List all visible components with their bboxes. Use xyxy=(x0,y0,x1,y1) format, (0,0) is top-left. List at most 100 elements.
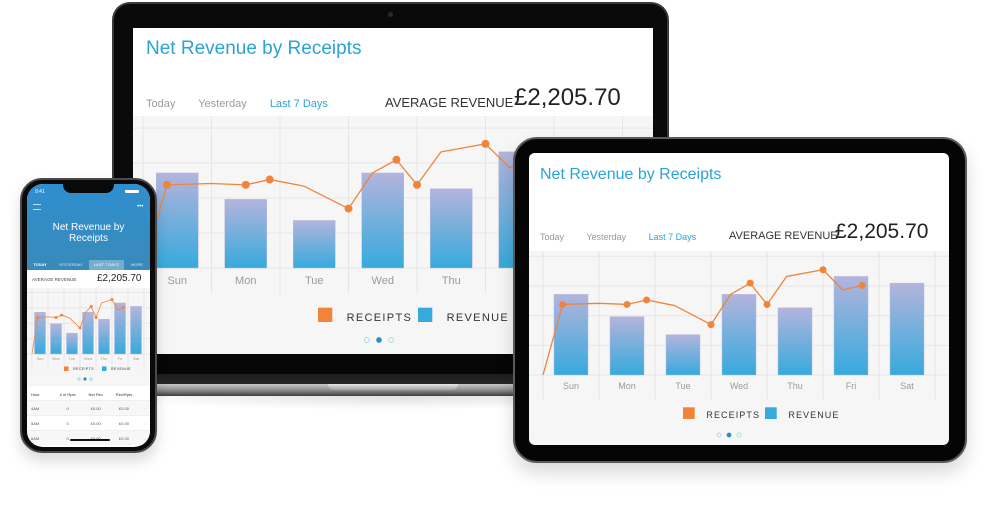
laptop-camera xyxy=(388,12,393,17)
pager-dot[interactable] xyxy=(736,432,742,438)
pager-dot[interactable] xyxy=(364,337,370,343)
x-tick-label: Sun xyxy=(167,275,187,287)
receipts-point xyxy=(110,297,114,301)
phone-screen: 9:41 ••• Net Revenue by Receipts TODAY Y… xyxy=(27,184,150,447)
receipts-point xyxy=(819,266,827,274)
receipts-point xyxy=(559,300,567,308)
receipts-point xyxy=(707,321,715,329)
page-title: Net Revenue by Receipts xyxy=(146,38,362,59)
table-cell: 0 xyxy=(66,421,69,426)
tab-last-7-days[interactable]: Last 7 Days xyxy=(649,232,697,242)
phone-title: Net Revenue by Receipts xyxy=(52,222,125,244)
receipts-point xyxy=(162,180,171,189)
status-time: 9:41 xyxy=(35,189,45,195)
legend-revenue-label: REVENUE xyxy=(788,410,839,420)
x-tick-label: Mon xyxy=(52,356,60,361)
revenue-bar-sat xyxy=(889,282,925,376)
menu-icon[interactable] xyxy=(33,204,41,210)
phone-notch xyxy=(63,184,114,193)
x-tick-label: Thu xyxy=(442,275,461,287)
battery-icon xyxy=(125,190,139,193)
more-icon[interactable]: ••• xyxy=(137,204,143,210)
laptop-notch xyxy=(328,384,458,390)
pager-dot[interactable] xyxy=(83,377,87,381)
receipts-point xyxy=(94,315,98,319)
table-cell: £0.00 xyxy=(118,436,129,441)
revenue-bar-thu xyxy=(98,318,110,355)
average-revenue-value: £2,205.70 xyxy=(97,273,142,284)
tab-yesterday[interactable]: Yesterday xyxy=(586,232,626,242)
table-row[interactable]: 6AM 0 £0.00 £0.00 › xyxy=(27,430,150,445)
legend-revenue-label: REVENUE xyxy=(447,312,509,324)
table-row[interactable]: 4AM 0 £0.00 £0.00 › xyxy=(27,400,150,415)
average-revenue-value: £2,205.70 xyxy=(835,220,929,243)
x-tick-label: Mon xyxy=(618,381,636,391)
table-cell: £0.00 xyxy=(118,406,129,411)
pager-dot[interactable] xyxy=(388,337,394,343)
revenue-bar-tue xyxy=(665,334,701,376)
page-title: Net Revenue by Receipts xyxy=(540,166,722,183)
table-row[interactable]: 5AM 0 £0.00 £0.00 › xyxy=(27,415,150,430)
pager-dot[interactable] xyxy=(89,377,93,381)
x-tick-label: Tue xyxy=(69,356,77,361)
x-tick-label: Sat xyxy=(900,381,914,391)
x-tick-label: Wed xyxy=(730,381,748,391)
revenue-bar-mon xyxy=(224,199,267,269)
receipts-point xyxy=(36,315,40,319)
x-tick-label: Wed xyxy=(84,356,92,361)
legend-revenue-swatch xyxy=(765,407,777,419)
x-tick-label: Sun xyxy=(36,356,43,361)
table-cell: £0.00 xyxy=(90,406,101,411)
tablet-screen: Net Revenue by Receipts Today Yesterday … xyxy=(529,153,949,445)
revenue-bar-fri xyxy=(114,302,126,355)
receipts-point xyxy=(858,281,866,289)
average-revenue-label: AVERAGE REVENUE xyxy=(385,95,514,110)
receipts-point xyxy=(54,315,58,319)
table-header: Hour # of Rpts Net Rev Rev/Rpts xyxy=(27,390,150,400)
tab-today[interactable]: Today xyxy=(540,232,564,242)
pager-dot[interactable] xyxy=(726,432,732,438)
col-receipts: # of Rpts xyxy=(59,392,76,397)
phone-header: 9:41 ••• Net Revenue by Receipts TODAY Y… xyxy=(27,184,150,270)
receipts-point xyxy=(265,175,274,184)
table-cell: 6AM xyxy=(31,436,40,441)
receipts-point xyxy=(746,279,754,287)
legend-receipts-swatch xyxy=(318,307,333,322)
revenue-bar-thu xyxy=(430,188,473,269)
phone-tab-today[interactable]: TODAY xyxy=(27,260,53,270)
tab-yesterday[interactable]: Yesterday xyxy=(198,98,247,110)
average-revenue-value: £2,205.70 xyxy=(514,84,621,111)
pager-dot[interactable] xyxy=(77,377,81,381)
table-cell: £0.00 xyxy=(82,431,110,445)
pager-dot[interactable] xyxy=(376,337,382,343)
receipts-point xyxy=(643,296,651,304)
receipts-line xyxy=(142,143,534,269)
tab-last-7-days[interactable]: Last 7 Days xyxy=(270,98,328,110)
average-revenue-label: AVERAGE REVENUE xyxy=(729,230,838,242)
home-indicator xyxy=(70,439,110,441)
revenue-bar-mon xyxy=(50,323,62,355)
table-cell: £0.00 xyxy=(118,421,129,426)
phone-tab-yesterday[interactable]: YESTERDAY xyxy=(53,260,89,270)
revenue-bar-sat xyxy=(130,306,142,355)
chevron-right-icon: › xyxy=(144,421,146,426)
phone-tab-more[interactable]: MORE xyxy=(124,260,150,270)
revenue-bar-tue xyxy=(293,220,336,269)
x-tick-label: Sun xyxy=(563,381,579,391)
receipts-point xyxy=(60,313,64,317)
receipts-point xyxy=(78,326,82,330)
revenue-bar-mon xyxy=(609,316,645,376)
tab-today[interactable]: Today xyxy=(146,98,175,110)
receipts-point xyxy=(481,139,490,148)
legend-receipts-swatch xyxy=(64,366,69,371)
revenue-bar-wed xyxy=(82,311,94,355)
revenue-bar-fri xyxy=(833,276,869,376)
pager-dot[interactable] xyxy=(716,432,722,438)
tablet-header: Net Revenue by Receipts Today Yesterday … xyxy=(529,153,949,251)
legend-receipts-label: RECEIPTS xyxy=(73,367,94,371)
revenue-bar-sun xyxy=(34,311,46,355)
x-tick-label: Fri xyxy=(118,356,123,361)
receipts-point xyxy=(344,204,353,213)
phone-tab-last-7-days[interactable]: LAST 7 DAYS xyxy=(88,260,125,270)
legend-revenue-label: REVENUE xyxy=(111,367,131,371)
